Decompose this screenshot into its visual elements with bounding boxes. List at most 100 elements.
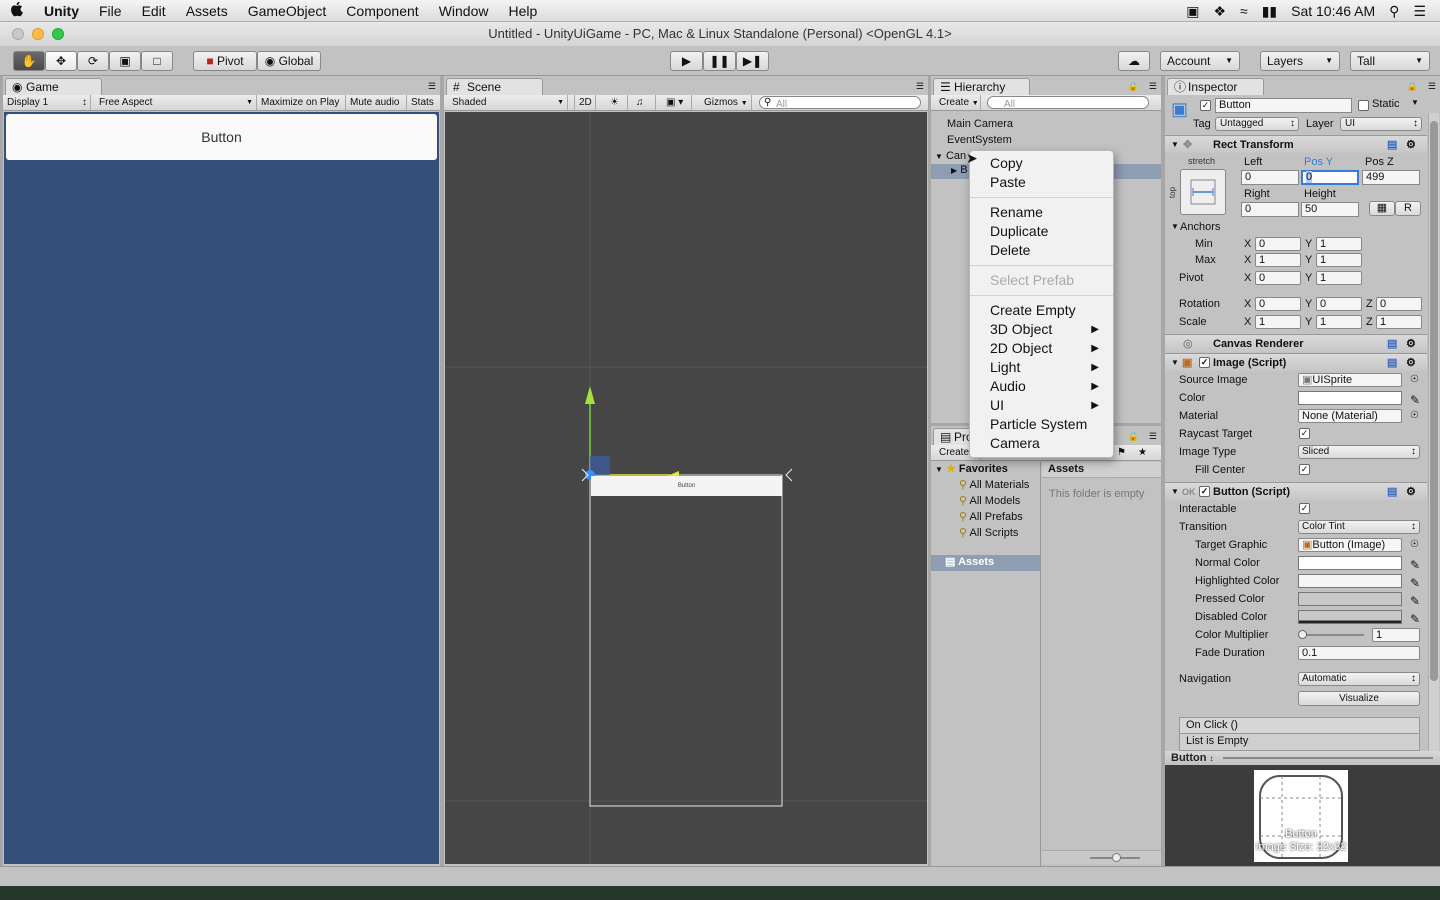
scene-search-input[interactable]: All	[759, 96, 921, 110]
right-input[interactable]: 0	[1241, 202, 1299, 217]
anchor-max-y-input[interactable]: 1	[1316, 253, 1362, 267]
visualize-button[interactable]: Visualize	[1298, 691, 1420, 706]
help-icon[interactable]: ▤	[1387, 136, 1397, 154]
icon-size-slider[interactable]	[1042, 850, 1161, 864]
cloud-button[interactable]: ☁	[1118, 51, 1150, 71]
scale-z-input[interactable]: 1	[1376, 315, 1422, 329]
menu-gameobject[interactable]: GameObject	[238, 3, 337, 19]
scale-y-input[interactable]: 1	[1316, 315, 1362, 329]
layers-dropdown[interactable]: Layers ▼	[1260, 51, 1340, 71]
ctx-2d-object[interactable]: 2D Object ▶	[970, 339, 1113, 358]
notification-icon[interactable]: ☰	[1413, 3, 1426, 20]
fav-all-scripts[interactable]: ⚲ All Scripts	[959, 526, 1018, 539]
button-script-header[interactable]: ▼ OK ✓ Button (Script) ▤ ⚙	[1165, 482, 1427, 500]
color-swatch[interactable]	[1298, 391, 1402, 405]
ctx-copy[interactable]: Copy	[970, 154, 1113, 173]
pivot-y-input[interactable]: 1	[1316, 271, 1362, 285]
preview-drag-handle[interactable]	[1223, 757, 1433, 759]
wifi-icon[interactable]: ≈	[1240, 3, 1248, 19]
hierarchy-item-main-camera[interactable]: Main Camera	[947, 118, 1013, 130]
game-view[interactable]: Button	[4, 112, 439, 864]
disabled-color-swatch[interactable]	[1298, 610, 1402, 624]
source-image-field[interactable]: ▣UISprite	[1298, 373, 1402, 387]
chevron-down-icon[interactable]: ▼	[1411, 98, 1419, 107]
image-enabled-checkbox[interactable]: ✓	[1199, 357, 1210, 368]
hierarchy-item-canvas[interactable]: ▼ Can	[935, 150, 966, 162]
ctx-delete[interactable]: Delete	[970, 241, 1113, 260]
move-tool-icon[interactable]: ✥	[45, 51, 77, 71]
rotate-tool-icon[interactable]: ⟳	[77, 51, 109, 71]
lock-icon[interactable]: 🔒	[1407, 81, 1418, 92]
height-input[interactable]: 50	[1301, 202, 1359, 217]
help-icon[interactable]: ▤	[1387, 335, 1397, 353]
ctx-create-empty[interactable]: Create Empty	[970, 301, 1113, 320]
ctx-light[interactable]: Light ▶	[970, 358, 1113, 377]
target-graphic-field[interactable]: ▣Button (Image)	[1298, 538, 1402, 552]
active-checkbox[interactable]: ✓	[1200, 100, 1211, 111]
camera-icon[interactable]: ▣	[1186, 3, 1199, 20]
raycast-checkbox[interactable]: ✓	[1299, 428, 1310, 439]
help-icon[interactable]: ▤	[1387, 354, 1397, 372]
canvas-renderer-header[interactable]: ◎ Canvas Renderer ▤ ⚙	[1165, 334, 1427, 352]
global-button[interactable]: ◉ Global	[257, 51, 321, 71]
scene-ui-button[interactable]: Button	[591, 476, 782, 496]
assets-folder[interactable]: ▤ Assets	[931, 555, 1040, 571]
display-dropdown[interactable]: Display 1 ↕	[3, 95, 91, 110]
tab-inspector[interactable]: ⓘ Inspector	[1167, 78, 1264, 95]
panel-menu-icon[interactable]: ☰	[1428, 81, 1436, 92]
ctx-paste[interactable]: Paste	[970, 173, 1113, 192]
raw-edit-button[interactable]: R	[1395, 201, 1421, 216]
favorites-folder[interactable]: ▼ ★ Favorites	[935, 462, 1008, 475]
rect-tool-icon[interactable]: □	[141, 51, 173, 71]
layer-dropdown[interactable]: UI ↕	[1340, 117, 1422, 131]
anchor-min-y-input[interactable]: 1	[1316, 237, 1362, 251]
ctx-ui[interactable]: UI ▶	[970, 396, 1113, 415]
menu-file[interactable]: File	[89, 3, 132, 19]
anchor-min-x-input[interactable]: 0	[1255, 237, 1301, 251]
game-ui-button[interactable]: Button	[6, 114, 437, 160]
layout-dropdown[interactable]: Tall ▼	[1350, 51, 1430, 71]
hand-tool-icon[interactable]: ✋	[13, 51, 45, 71]
interactable-checkbox[interactable]: ✓	[1299, 503, 1310, 514]
scale-tool-icon[interactable]: ▣	[109, 51, 141, 71]
hierarchy-search-input[interactable]: All	[987, 96, 1149, 110]
object-picker-icon[interactable]: ☉	[1410, 371, 1419, 389]
dropbox-icon[interactable]: ❖	[1213, 3, 1226, 20]
lock-icon[interactable]: 🔒	[1128, 431, 1139, 442]
panel-menu-icon[interactable]: ☰	[1149, 431, 1157, 442]
gear-icon[interactable]: ⚙	[1406, 354, 1416, 372]
menu-component[interactable]: Component	[336, 3, 428, 19]
rotation-x-input[interactable]: 0	[1255, 297, 1301, 311]
star-icon[interactable]: ★	[1138, 445, 1147, 460]
spotlight-icon[interactable]: ⚲	[1389, 3, 1399, 20]
left-input[interactable]: 0	[1241, 170, 1299, 185]
preview-header[interactable]: Button ↕	[1165, 751, 1440, 765]
triangle-down-icon[interactable]: ▼	[1171, 222, 1179, 231]
account-dropdown[interactable]: Account ▼	[1160, 51, 1240, 71]
mute-audio-toggle[interactable]: Mute audio	[346, 95, 407, 110]
stats-toggle[interactable]: Stats	[407, 95, 440, 110]
apple-icon[interactable]	[0, 1, 34, 20]
maximize-on-play-toggle[interactable]: Maximize on Play	[257, 95, 346, 110]
multiplier-slider[interactable]	[1302, 634, 1364, 636]
aspect-dropdown[interactable]: Free Aspect ▼	[95, 95, 257, 110]
fav-all-models[interactable]: ⚲ All Models	[959, 494, 1020, 507]
tab-scene[interactable]: # Scene	[446, 78, 543, 95]
rotation-y-input[interactable]: 0	[1316, 297, 1362, 311]
play-button[interactable]: ▶	[670, 51, 703, 71]
hierarchy-create-dropdown[interactable]: Create ▼	[935, 95, 981, 110]
normal-color-swatch[interactable]	[1298, 556, 1402, 570]
tag-dropdown[interactable]: Untagged ↕	[1215, 117, 1299, 131]
rect-transform-header[interactable]: ▼ ✥ Rect Transform ▤ ⚙	[1165, 135, 1427, 153]
pivot-x-input[interactable]: 0	[1255, 271, 1301, 285]
tab-game[interactable]: ◉ Game	[5, 78, 102, 95]
inspector-scrollbar[interactable]	[1428, 113, 1439, 755]
close-window-icon[interactable]	[12, 28, 24, 40]
blueprint-mode-icon[interactable]: ▦	[1369, 201, 1395, 216]
ctx-duplicate[interactable]: Duplicate	[970, 222, 1113, 241]
gear-icon[interactable]: ⚙	[1406, 483, 1416, 501]
image-script-header[interactable]: ▼ ▣ ✓ Image (Script) ▤ ⚙	[1165, 353, 1427, 371]
ctx-camera[interactable]: Camera	[970, 434, 1113, 453]
anchor-preset-button[interactable]	[1180, 169, 1226, 215]
object-picker-icon[interactable]: ☉	[1410, 407, 1419, 425]
